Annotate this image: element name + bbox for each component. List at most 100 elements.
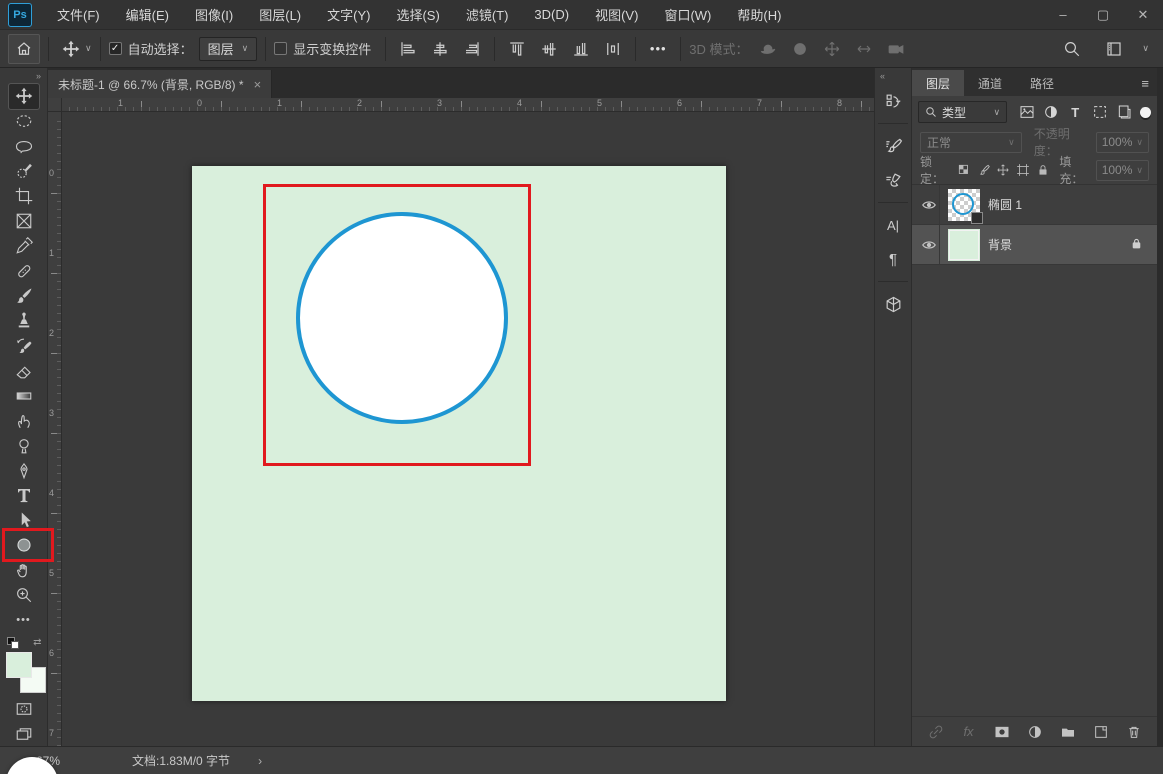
- layer-thumbnail[interactable]: [948, 229, 980, 261]
- brush-settings-icon[interactable]: [878, 132, 908, 160]
- show-transform-checkbox[interactable]: [274, 42, 287, 55]
- screen-mode-button[interactable]: [9, 721, 39, 746]
- lasso-tool[interactable]: [9, 134, 39, 159]
- document-canvas[interactable]: [192, 166, 726, 701]
- layer-filter-dropdown[interactable]: 类型 ∨: [918, 101, 1007, 123]
- paragraph-icon[interactable]: ¶: [878, 245, 908, 273]
- filter-type-icon[interactable]: T: [1066, 102, 1085, 122]
- type-tool[interactable]: [9, 483, 39, 508]
- minimize-button[interactable]: –: [1043, 0, 1083, 30]
- toolbar-expand-icon[interactable]: »: [0, 68, 47, 84]
- align-bottom-icon[interactable]: [567, 35, 595, 63]
- ellipse-tool[interactable]: [9, 533, 39, 558]
- more-options-button[interactable]: •••: [644, 35, 672, 63]
- adjustment-icon[interactable]: [1025, 722, 1045, 742]
- tab-paths[interactable]: 路径: [1016, 70, 1068, 96]
- close-button[interactable]: ✕: [1123, 0, 1163, 30]
- filter-smart-object-icon[interactable]: [1114, 102, 1133, 122]
- more-tools[interactable]: •••: [9, 608, 39, 633]
- menu-window[interactable]: 窗口(W): [651, 0, 724, 30]
- menu-layer[interactable]: 图层(L): [246, 0, 314, 30]
- frame-tool[interactable]: [9, 209, 39, 234]
- align-center-icon[interactable]: [426, 35, 454, 63]
- gradient-tool[interactable]: [9, 383, 39, 408]
- crop-tool[interactable]: [9, 184, 39, 209]
- move-tool[interactable]: [9, 84, 39, 109]
- document-tab[interactable]: 未标题-1 @ 66.7% (背景, RGB/8) * ×: [48, 70, 272, 98]
- menu-filter[interactable]: 滤镜(T): [453, 0, 522, 30]
- layer-name[interactable]: 椭圆 1: [988, 196, 1022, 213]
- layer-row-background[interactable]: 背景: [912, 225, 1157, 265]
- history-brush-tool[interactable]: [9, 333, 39, 358]
- marquee-tool[interactable]: [9, 109, 39, 134]
- maximize-button[interactable]: ▢: [1083, 0, 1123, 30]
- lock-all-icon[interactable]: [1036, 162, 1051, 179]
- align-left-icon[interactable]: [394, 35, 422, 63]
- tab-close-icon[interactable]: ×: [254, 77, 262, 92]
- foreground-color-swatch[interactable]: [6, 652, 32, 678]
- menu-edit[interactable]: 编辑(E): [113, 0, 182, 30]
- auto-select-checkbox[interactable]: ✓: [109, 42, 122, 55]
- zoom-tool[interactable]: [9, 583, 39, 608]
- mixer-brush-icon[interactable]: [878, 166, 908, 194]
- visibility-eye-icon[interactable]: [918, 185, 940, 224]
- auto-select-target-dropdown[interactable]: 图层 ∨: [199, 37, 258, 61]
- filter-shape-icon[interactable]: [1090, 102, 1109, 122]
- dock-collapse-icon[interactable]: «: [875, 68, 911, 84]
- menu-type[interactable]: 文字(Y): [314, 0, 383, 30]
- chevron-down-icon[interactable]: ∨: [85, 43, 92, 54]
- menu-help[interactable]: 帮助(H): [724, 0, 794, 30]
- default-colors-icon[interactable]: [7, 637, 20, 650]
- canvas-viewport[interactable]: [62, 112, 874, 746]
- quick-select-tool[interactable]: [9, 159, 39, 184]
- menu-select[interactable]: 选择(S): [383, 0, 452, 30]
- menu-file[interactable]: 文件(F): [44, 0, 113, 30]
- layer-thumbnail[interactable]: [948, 189, 980, 221]
- layer-lock-icon[interactable]: [1130, 237, 1143, 253]
- move-tool-preset-icon[interactable]: [57, 35, 85, 63]
- lock-position-icon[interactable]: [996, 162, 1011, 179]
- search-icon[interactable]: [1058, 35, 1086, 63]
- hand-tool[interactable]: [9, 558, 39, 583]
- tab-layers[interactable]: 图层: [912, 70, 964, 96]
- swap-colors-icon[interactable]: ⇄: [33, 637, 41, 648]
- panel-menu-icon[interactable]: ≡: [1141, 70, 1149, 96]
- align-right-icon[interactable]: [458, 35, 486, 63]
- eraser-tool[interactable]: [9, 358, 39, 383]
- filter-adjustment-icon[interactable]: [1041, 102, 1060, 122]
- menu-3d[interactable]: 3D(D): [521, 0, 582, 30]
- visibility-eye-icon[interactable]: [918, 225, 940, 264]
- brush-tool[interactable]: [9, 284, 39, 309]
- align-top-icon[interactable]: [503, 35, 531, 63]
- pen-tool[interactable]: [9, 458, 39, 483]
- new-layer-icon[interactable]: [1091, 722, 1111, 742]
- filter-pixel-icon[interactable]: [1017, 102, 1036, 122]
- menu-view[interactable]: 视图(V): [582, 0, 651, 30]
- layer-row-ellipse[interactable]: 椭圆 1: [912, 185, 1157, 225]
- lock-transparency-icon[interactable]: [956, 162, 971, 179]
- delete-icon[interactable]: [1124, 722, 1144, 742]
- status-chevron-icon[interactable]: ›: [258, 754, 262, 768]
- character-icon[interactable]: A|: [878, 211, 908, 239]
- path-select-tool[interactable]: [9, 508, 39, 533]
- 3d-cube-icon[interactable]: [878, 290, 908, 318]
- home-icon[interactable]: [8, 34, 40, 64]
- history-icon[interactable]: [878, 87, 908, 115]
- filter-toggle-icon[interactable]: [1140, 107, 1151, 118]
- eyedropper-tool[interactable]: [9, 234, 39, 259]
- group-icon[interactable]: [1058, 722, 1078, 742]
- lock-artboard-icon[interactable]: [1016, 162, 1031, 179]
- link-icon[interactable]: [926, 722, 946, 742]
- layer-name[interactable]: 背景: [988, 236, 1012, 253]
- clone-stamp-tool[interactable]: [9, 308, 39, 333]
- align-middle-icon[interactable]: [535, 35, 563, 63]
- tab-channels[interactable]: 通道: [964, 70, 1016, 96]
- quick-mask-button[interactable]: [9, 696, 39, 721]
- workspace-icon[interactable]: [1100, 35, 1128, 63]
- menu-image[interactable]: 图像(I): [182, 0, 246, 30]
- dodge-tool[interactable]: [9, 433, 39, 458]
- fx-icon[interactable]: fx: [959, 722, 979, 742]
- distribute-icon[interactable]: [599, 35, 627, 63]
- chevron-down-icon[interactable]: ∨: [1142, 43, 1149, 54]
- healing-tool[interactable]: [9, 259, 39, 284]
